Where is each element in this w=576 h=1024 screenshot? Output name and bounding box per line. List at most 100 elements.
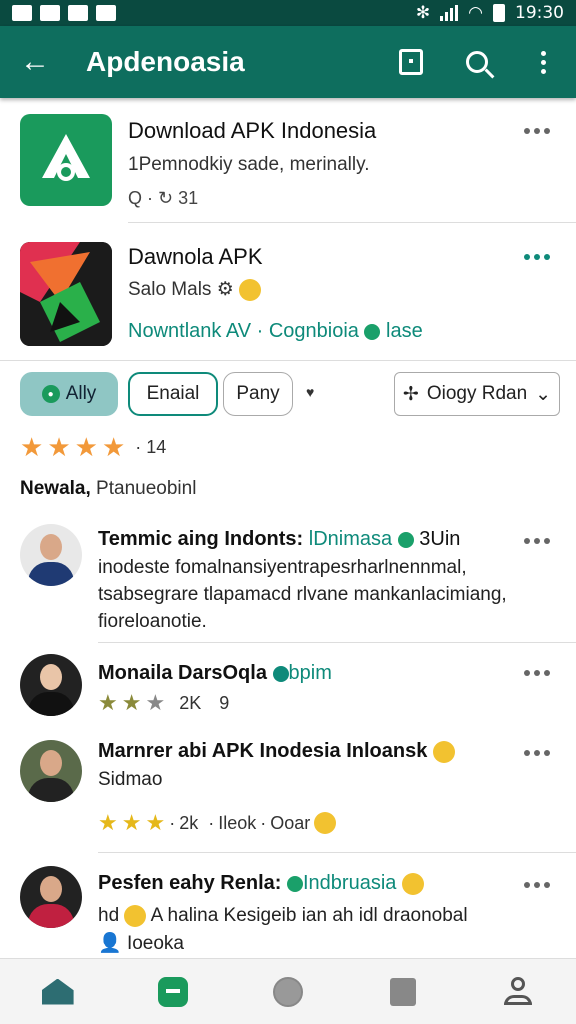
nav-circle[interactable] xyxy=(268,972,308,1012)
notification-icons xyxy=(12,5,116,21)
review-meta: ★ ★ ★ · 2k · Ileok · Ooar xyxy=(98,810,337,835)
app-subtitle: Salo Mals ⚙ xyxy=(128,278,262,301)
more-horiz-icon[interactable] xyxy=(524,750,550,756)
more-horiz-icon[interactable] xyxy=(524,128,550,134)
search-icon xyxy=(466,51,488,73)
chat-icon xyxy=(157,976,188,1007)
app-card[interactable]: Download APK Indonesia 1Pemnodkiy sade, … xyxy=(0,110,576,222)
mail-icon xyxy=(40,5,60,21)
check-icon xyxy=(364,323,381,340)
app-logo-icon xyxy=(20,114,112,206)
app-card[interactable]: Dawnola APK Salo Mals ⚙ Nowntlank AV · C… xyxy=(0,238,576,350)
square-button[interactable] xyxy=(378,26,444,98)
star-icon: ★ xyxy=(121,690,142,715)
notification-icon xyxy=(12,5,32,21)
battery-icon xyxy=(493,4,505,22)
star-icon: ★ xyxy=(145,690,166,715)
square-icon xyxy=(390,977,417,1006)
arrow-left-icon: ← xyxy=(20,45,50,78)
review-author[interactable]: Marnrer abi APK Inodesia Inloansk xyxy=(98,740,455,763)
more-horiz-icon[interactable] xyxy=(524,670,550,676)
divider xyxy=(0,360,576,361)
review-author[interactable]: Temmic aing Indonts: lDnimasa 3Uin xyxy=(98,528,460,551)
divider xyxy=(98,852,576,853)
signal-icon xyxy=(440,5,459,21)
sort-icon: ✢ xyxy=(402,383,419,405)
circle-icon xyxy=(272,976,303,1007)
emoji-icon xyxy=(239,278,262,301)
avatar[interactable] xyxy=(20,866,82,928)
nav-chat[interactable] xyxy=(153,972,193,1012)
review-author[interactable]: Pesfen eahy Renla: Indbruasia xyxy=(98,872,424,895)
home-icon xyxy=(41,978,74,1005)
nav-square[interactable] xyxy=(383,972,423,1012)
chevron-down-icon: ⌄ xyxy=(535,383,552,405)
chat-icon: ● xyxy=(41,385,60,403)
app-rating: ★ ★ ★ ★ · 14 xyxy=(20,432,167,462)
star-icon: ★ xyxy=(98,690,118,715)
more-button[interactable] xyxy=(510,26,576,98)
review-text: hd A halina Kesigeib ian ah idl draonoba… xyxy=(98,904,468,927)
star-icon: ★ xyxy=(20,432,44,462)
star-icon: ★ xyxy=(98,810,118,835)
filter-chip[interactable]: Pany xyxy=(223,372,293,416)
image-icon xyxy=(68,5,88,21)
page-title: Apdenoasia xyxy=(86,46,245,77)
heart-icon[interactable]: ♥ xyxy=(306,384,314,400)
star-icon: ★ xyxy=(101,432,126,462)
bottom-nav xyxy=(0,958,576,1024)
nav-profile[interactable] xyxy=(498,972,538,1012)
divider xyxy=(128,222,576,223)
wifi-icon: ◠ xyxy=(468,3,483,23)
app-link[interactable]: Nowntlank AV · Cognbioia lase xyxy=(128,320,423,343)
review-text-extra: 👤 Ioeoka xyxy=(98,933,184,954)
app-chip[interactable]: ● Ally xyxy=(20,372,118,416)
search-button[interactable] xyxy=(444,26,510,98)
review-text: inodeste fomalnansiyentrapesrharlnennmal… xyxy=(98,557,507,632)
review-text: Sidmao xyxy=(98,769,163,790)
divider xyxy=(98,642,576,643)
emoji-icon xyxy=(124,904,147,927)
emoji-icon xyxy=(401,872,424,895)
person-icon: 👤 xyxy=(98,933,122,954)
avatar[interactable] xyxy=(20,740,82,802)
gear-icon: ⚙ xyxy=(216,279,234,300)
emoji-icon xyxy=(314,812,337,834)
star-icon: ★ xyxy=(74,432,98,462)
more-horiz-icon[interactable] xyxy=(524,882,550,888)
review-author[interactable]: Monaila DarsOqla bpim xyxy=(98,662,332,685)
section-label: Newala, Ptanueobinl xyxy=(20,478,197,499)
app-bar: ← Apdenoasia xyxy=(0,26,576,98)
nav-home[interactable] xyxy=(38,972,78,1012)
app-title[interactable]: Download APK Indonesia xyxy=(128,118,376,144)
avatar[interactable] xyxy=(20,654,82,716)
status-bar: ✻ ◠ 19:30 xyxy=(0,0,576,26)
app-logo-icon xyxy=(20,242,112,346)
refresh-icon: ↻ xyxy=(158,188,174,208)
photo-icon xyxy=(96,5,116,21)
rating-count: 14 xyxy=(146,436,167,457)
avatar[interactable] xyxy=(20,524,82,586)
app-meta-count: 31 xyxy=(178,188,199,208)
back-button[interactable]: ← xyxy=(0,26,70,98)
filter-chip[interactable]: Enaial xyxy=(128,372,218,416)
more-horiz-icon[interactable] xyxy=(524,538,550,544)
star-icon: ★ xyxy=(145,810,166,835)
check-icon xyxy=(272,665,289,682)
star-icon: ★ xyxy=(121,810,142,835)
app-meta: Q · ↻ 31 xyxy=(128,188,199,208)
more-vert-icon xyxy=(540,50,546,74)
check-icon xyxy=(286,875,303,892)
bluetooth-icon: ✻ xyxy=(415,3,431,23)
status-time: 19:30 xyxy=(515,3,564,23)
square-icon xyxy=(399,49,423,75)
profile-icon xyxy=(504,976,533,1007)
app-title[interactable]: Dawnola APK xyxy=(128,244,263,270)
more-horiz-icon[interactable] xyxy=(524,254,550,260)
sort-dropdown[interactable]: ✢ Oiogy Rdan ⌄ xyxy=(394,372,560,416)
star-icon: ★ xyxy=(47,432,71,462)
check-icon xyxy=(397,531,414,548)
review-meta: ★ ★ ★ 2K 9 xyxy=(98,690,230,715)
emoji-icon xyxy=(432,740,455,763)
app-subtitle: 1Pemnodkiy sade, merinally. xyxy=(128,154,370,175)
